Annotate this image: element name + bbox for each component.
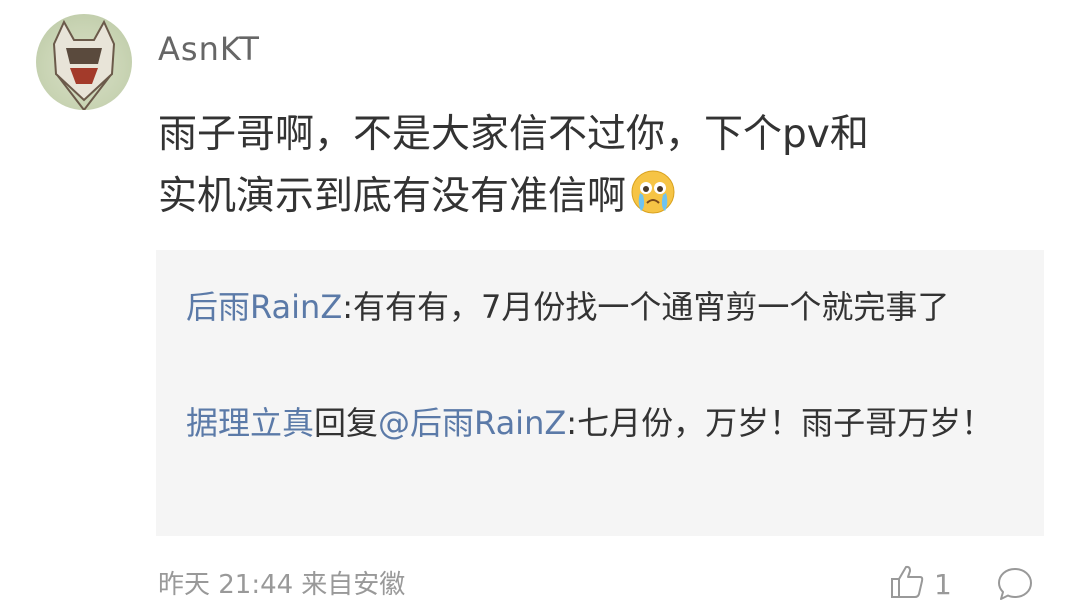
reply-author[interactable]: 后雨RainZ [186,288,342,326]
reply-mention[interactable]: @后雨RainZ [378,404,566,442]
like-count: 1 [934,567,952,601]
avatar[interactable] [36,14,132,110]
comment-location: 来自安徽 [301,570,406,600]
reply-separator: : [566,404,578,442]
reply-word: 回复 [314,404,379,442]
speech-bubble-icon [996,568,1034,607]
reply-item: 据理立真回复@后雨RainZ:七月份，万岁！雨子哥万岁！ [186,394,1006,452]
like-button[interactable]: 1 [888,564,952,604]
comment-line-2: 实机演示到底有没有准信啊 [158,166,1038,234]
reply-text: 七月份，万岁！雨子哥万岁！ [577,404,994,442]
crying-face-icon [630,169,676,234]
comment-text: 雨子哥啊，不是大家信不过你，下个pv和 实机演示到底有没有准信啊 [158,104,1038,234]
reply-box[interactable]: 后雨RainZ:有有有，7月份找一个通宵剪一个就完事了 据理立真回复@后雨Rai… [156,250,1044,536]
reply-item: 后雨RainZ:有有有，7月份找一个通宵剪一个就完事了 [186,278,1006,336]
fox-avatar-icon [52,19,116,110]
reply-button[interactable] [996,565,1034,603]
reply-separator: : [342,288,354,326]
username[interactable]: AsnKT [158,30,260,68]
reply-author[interactable]: 据理立真 [186,404,314,442]
reply-text: 有有有，7月份找一个通宵剪一个就完事了 [353,288,950,326]
thumbs-up-icon [888,563,926,605]
comment-time: 昨天 21:44 [158,570,294,600]
comment-line-1: 雨子哥啊，不是大家信不过你，下个pv和 [158,112,869,157]
comment-meta: 昨天 21:44 来自安徽 [158,568,405,602]
comment-line-2-text: 实机演示到底有没有准信啊 [158,174,627,219]
